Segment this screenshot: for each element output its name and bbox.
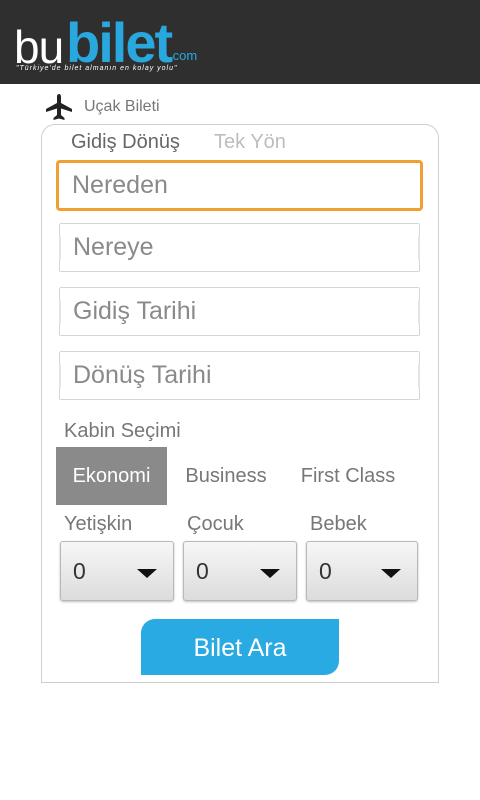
- dropdown-arrow-icon: [260, 569, 280, 578]
- infant-count-select[interactable]: 0: [306, 541, 418, 601]
- departure-date-input[interactable]: Gidiş Tarihi: [59, 287, 420, 336]
- section-title: Uçak Bileti: [84, 98, 160, 115]
- dropdown-arrow-icon: [137, 569, 157, 578]
- adult-label: Yetişkin: [64, 513, 133, 535]
- cabin-business-button[interactable]: Business: [178, 447, 274, 505]
- search-tickets-button[interactable]: Bilet Ara: [141, 619, 339, 675]
- infant-count-value: 0: [319, 558, 332, 584]
- infant-label: Bebek: [310, 513, 367, 535]
- child-count-value: 0: [196, 558, 209, 584]
- airplane-icon: [46, 94, 72, 120]
- app-header: bu bilet .com "Türkiye'de bilet almanın …: [0, 0, 480, 84]
- tab-one-way[interactable]: Tek Yön: [214, 131, 286, 154]
- adult-count-value: 0: [73, 558, 86, 584]
- child-count-select[interactable]: 0: [183, 541, 297, 601]
- return-date-input[interactable]: Dönüş Tarihi: [59, 351, 420, 400]
- tab-round-trip[interactable]: Gidiş Dönüş: [71, 131, 180, 154]
- logo-tagline: "Türkiye'de bilet almanın en kolay yolu": [16, 65, 178, 72]
- cabin-first-class-button[interactable]: First Class: [292, 447, 404, 505]
- cabin-economy-button[interactable]: Ekonomi: [56, 447, 167, 505]
- logo-suffix: .com: [169, 48, 198, 63]
- adult-count-select[interactable]: 0: [60, 541, 174, 601]
- child-label: Çocuk: [187, 513, 244, 535]
- dropdown-arrow-icon: [381, 569, 401, 578]
- cabin-label: Kabin Seçimi: [64, 420, 181, 442]
- to-input[interactable]: Nereye: [59, 223, 420, 272]
- from-input[interactable]: Nereden: [56, 160, 423, 211]
